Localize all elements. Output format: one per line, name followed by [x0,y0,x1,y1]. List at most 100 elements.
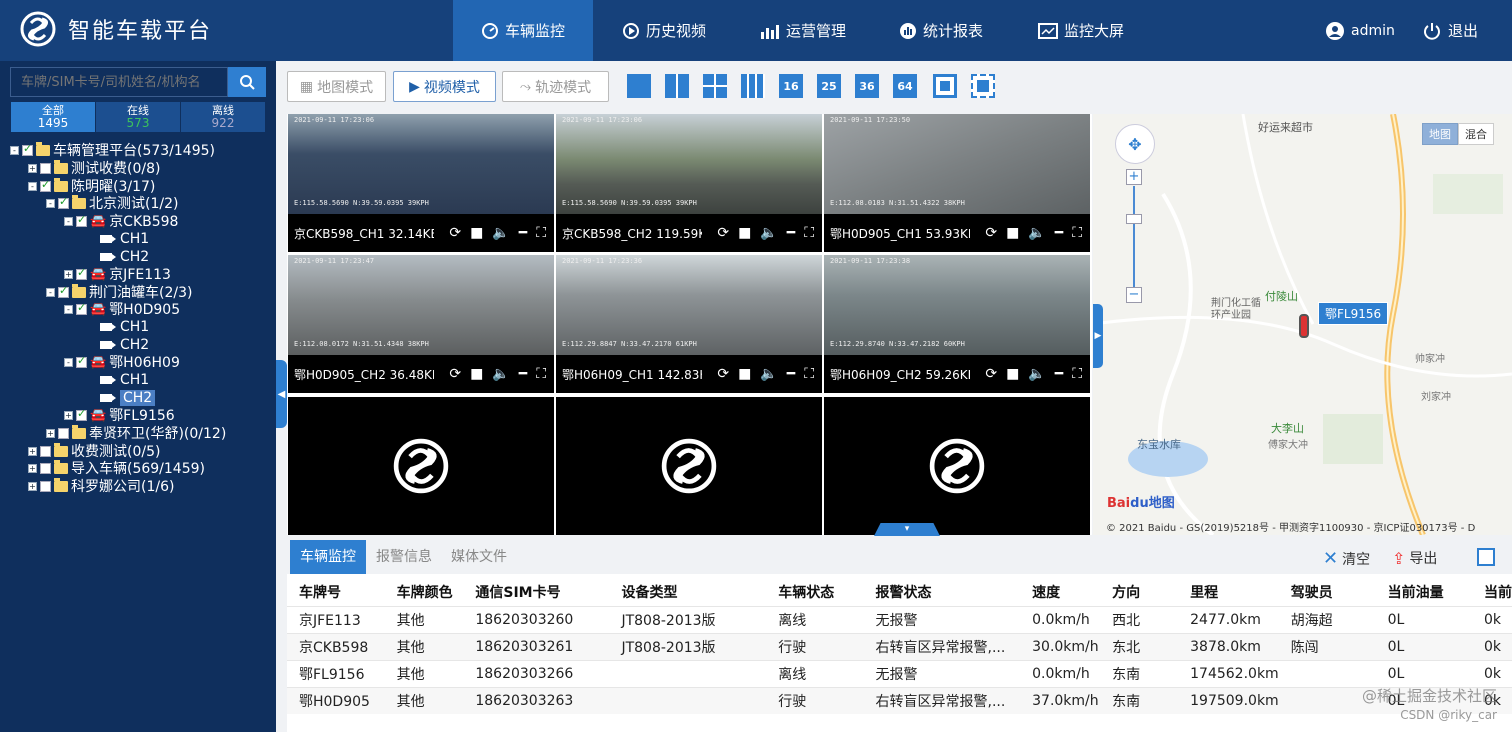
tree-node[interactable]: + 导入车辆(569/1459) [28,459,205,477]
volume-slider[interactable]: ━ [519,366,527,382]
empty-video-tile[interactable] [288,397,554,535]
checkbox[interactable] [40,162,51,174]
col-header[interactable]: 车牌号 [287,578,385,606]
volume-icon[interactable]: 🔈 [492,366,509,382]
tree-node-vehicle[interactable]: - 🚘京CKB598 [64,212,178,230]
fullscreen-button[interactable] [971,74,995,98]
tree-node-channel[interactable]: CH1 [100,230,149,248]
collapse-toggle[interactable]: - [64,357,73,367]
video-mode-button[interactable]: ▶ 视频模式 [393,71,496,102]
map-mode-button[interactable]: ▦ 地图模式 [287,71,386,102]
tree-node[interactable]: + 奉贤环卫(华舒)(0/12) [46,424,226,442]
map-type-map[interactable]: 地图 [1422,123,1458,145]
expand-toggle[interactable]: + [28,446,37,456]
checkbox[interactable] [76,213,87,227]
user-menu[interactable]: admin [1325,0,1395,61]
nav-vehicle-monitor[interactable]: 车辆监控 [453,0,593,61]
layout-9-button[interactable] [741,74,765,98]
table-row[interactable]: 京CKB598 其他 18620303261 JT808-2013版 行驶 右转盲区异常报… [287,632,1512,660]
logout-button[interactable]: 退出 [1422,0,1478,61]
collapse-toggle[interactable]: - [46,287,55,297]
fullscreen-icon[interactable]: ⛶ [536,225,546,241]
col-header[interactable]: 设备类型 [609,578,766,606]
layout-36-button[interactable]: 36 [855,74,879,98]
expand-toggle[interactable]: + [28,163,37,173]
video-tile[interactable]: 2021-09-11 17:23:50 E:112.08.0183 N:31.5… [824,114,1090,252]
zoom-handle[interactable] [1126,214,1142,224]
video-tile[interactable]: 2021-09-11 17:23:06 E:115.58.5690 N:39.5… [556,114,822,252]
checkbox[interactable] [58,427,69,439]
collapse-toggle[interactable]: - [10,145,19,155]
volume-slider[interactable]: ━ [787,366,795,382]
map-pan-control[interactable]: ✥ [1115,124,1155,164]
refresh-icon[interactable]: ⟳ [717,225,729,241]
expand-map-handle[interactable]: ▶ [1093,304,1103,368]
tree-node[interactable]: - 车辆管理平台(573/1495) [10,141,215,159]
map-panel[interactable]: ✥ + − 地图 混合 好运来超市 荆门化工循环产业园 付陵山 大李山 东宝水库… [1093,114,1512,535]
col-header[interactable]: 车牌颜色 [385,578,464,606]
fullscreen-icon[interactable]: ⛶ [1072,225,1082,241]
zoom-slider[interactable] [1133,186,1135,290]
table-row[interactable]: 鄂FL9156 其他 18620303266 离线 无报警 0.0km/h 东南 174562… [287,659,1512,687]
checkbox[interactable] [58,195,69,209]
volume-slider[interactable]: ━ [787,225,795,241]
layout-16-button[interactable]: 16 [779,74,803,98]
refresh-icon[interactable]: ⟳ [449,366,461,382]
stop-icon[interactable]: ■ [470,366,483,382]
fullscreen-icon[interactable]: ⛶ [804,225,814,241]
vehicle-marker-icon[interactable] [1299,314,1309,338]
tab-media-files[interactable]: 媒体文件 [441,540,517,574]
tree-node-channel[interactable]: CH1 [100,318,149,336]
layout-4-button[interactable] [703,74,727,98]
clear-button[interactable]: ✕ 清空 [1323,548,1370,569]
select-all-checkbox[interactable] [1477,548,1495,566]
volume-icon[interactable]: 🔈 [1028,366,1045,382]
layout-64-button[interactable]: 64 [893,74,917,98]
tab-vehicle-monitor[interactable]: 车辆监控 [290,540,366,574]
col-header[interactable]: 驾驶员 [1279,578,1376,606]
video-tile[interactable]: 2021-09-11 17:23:36 E:112.29.8847 N:33.4… [556,255,822,393]
stop-icon[interactable]: ■ [470,225,483,241]
layout-25-button[interactable]: 25 [817,74,841,98]
expand-toggle[interactable]: + [28,481,37,491]
collapse-bottom-handle[interactable]: ▾ [874,523,940,536]
tree-node-vehicle[interactable]: + 🚘鄂FL9156 [64,406,175,424]
layout-2-button[interactable] [665,74,689,98]
zoom-out-button[interactable]: − [1126,287,1142,303]
nav-big-screen[interactable]: 监控大屏 [1038,0,1124,61]
volume-slider[interactable]: ━ [519,225,527,241]
stop-icon[interactable]: ■ [1006,366,1019,382]
volume-icon[interactable]: 🔈 [1028,225,1045,241]
col-header[interactable]: 车辆状态 [766,578,863,606]
nav-history-video[interactable]: 历史视频 [622,0,706,61]
col-header[interactable]: 速度 [1020,578,1100,606]
tree-node-vehicle[interactable]: - 🚘鄂H0D905 [64,300,180,318]
col-header[interactable]: 当前 [1472,578,1512,606]
video-tile[interactable]: 2021-09-11 17:23:06 E:115.58.5690 N:39.5… [288,114,554,252]
checkbox[interactable] [76,266,87,280]
collapse-toggle[interactable]: - [28,181,37,191]
volume-icon[interactable]: 🔈 [492,225,509,241]
map-type-hybrid[interactable]: 混合 [1458,123,1494,145]
tree-node-channel[interactable]: CH1 [100,371,149,389]
zoom-in-button[interactable]: + [1126,169,1142,185]
expand-toggle[interactable]: + [28,463,37,473]
table-row[interactable]: 京JFE113 其他 18620303260 JT808-2013版 离线 无报警 0.0k… [287,605,1512,633]
track-mode-button[interactable]: ⤳ 轨迹模式 [502,71,609,102]
checkbox[interactable] [40,178,51,192]
refresh-icon[interactable]: ⟳ [985,366,997,382]
tree-node-vehicle[interactable]: + 🚘京JFE113 [64,265,171,283]
empty-video-tile[interactable] [824,397,1090,535]
tree-node[interactable]: - 北京测试(1/2) [46,194,178,212]
volume-icon[interactable]: 🔈 [760,225,777,241]
collapse-toggle[interactable]: - [64,304,73,314]
nav-operations[interactable]: 运营管理 [760,0,846,61]
checkbox[interactable] [40,480,51,492]
vehicle-marker-label[interactable]: 鄂FL9156 [1318,302,1389,325]
checkbox[interactable] [40,462,51,474]
video-tile[interactable]: 2021-09-11 17:23:38 E:112.29.8740 N:33.4… [824,255,1090,393]
col-header[interactable]: 里程 [1178,578,1279,606]
checkbox[interactable] [22,142,33,156]
stat-all[interactable]: 全部 1495 [11,102,95,132]
checkbox[interactable] [76,407,87,421]
